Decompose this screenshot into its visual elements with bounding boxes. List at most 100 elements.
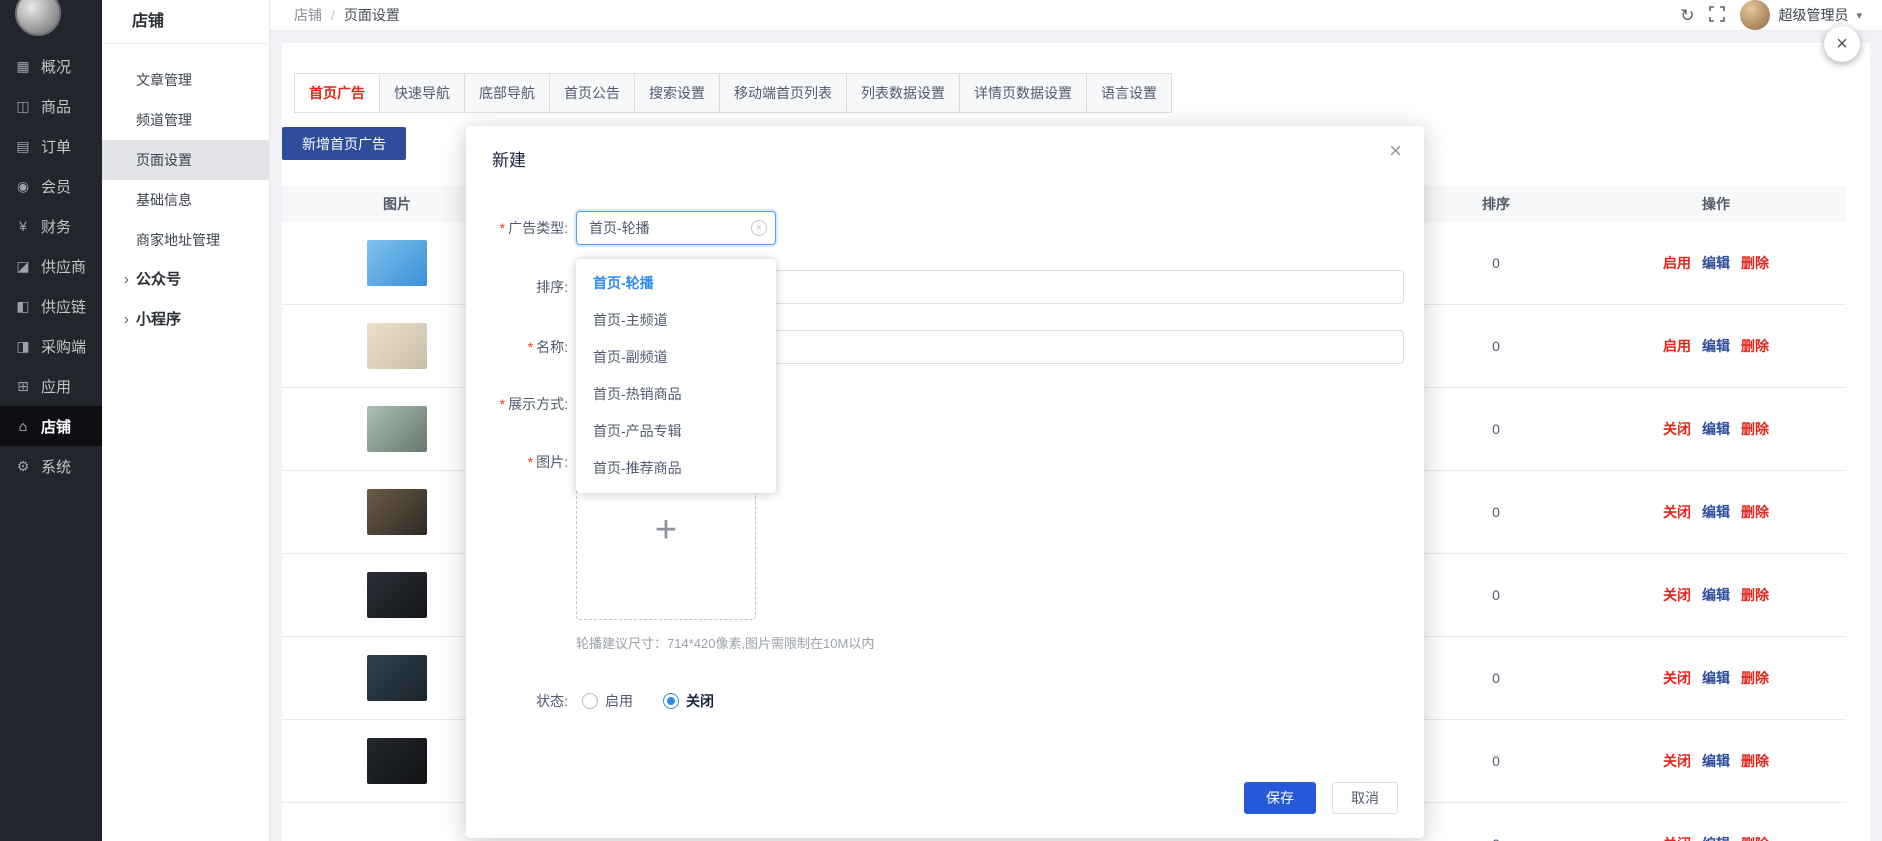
menu-item-channel-mgmt[interactable]: 频道管理 [102,100,269,140]
toggle-link[interactable]: 启用 [1663,336,1691,356]
delete-link[interactable]: 删除 [1741,502,1769,522]
breadcrumb-root[interactable]: 店铺 [294,5,322,25]
sidebar-item-orders[interactable]: ▤订单 [0,126,102,166]
page-close-button[interactable]: × [1824,26,1860,62]
product-image [367,489,427,535]
sidebar-item-finance[interactable]: ¥财务 [0,206,102,246]
tab-language-settings[interactable]: 语言设置 [1086,73,1172,113]
status-radio-disable[interactable]: 关闭 [663,691,714,711]
menu-group-label: 公众号 [136,260,181,300]
delete-link[interactable]: 删除 [1741,419,1769,439]
tab-quick-nav[interactable]: 快速导航 [379,73,465,113]
refresh-icon[interactable]: ↻ [1680,7,1694,24]
sidebar-item-purchasing[interactable]: ◨ 采购端 [0,326,102,366]
toggle-link[interactable]: 关闭 [1663,585,1691,605]
status-radio-enable[interactable]: 启用 [582,691,633,711]
sidebar-item-apps[interactable]: ⊞应用 [0,366,102,406]
sidebar-item-members[interactable]: ◉会员 [0,166,102,206]
tab-search-settings[interactable]: 搜索设置 [634,73,720,113]
toggle-link[interactable]: 启用 [1663,253,1691,273]
sort-value: 0 [1406,421,1586,437]
radio-label: 启用 [605,691,633,711]
image-size-hint: 轮播建议尺寸：714*420像素,图片需限制在10M以内 [576,633,874,652]
dropdown-option-carousel[interactable]: 首页-轮播 [576,265,776,302]
sidebar-item-label: 财务 [41,216,71,237]
tab-bottom-nav[interactable]: 底部导航 [464,73,550,113]
edit-link[interactable]: 编辑 [1702,502,1730,522]
add-home-ad-button[interactable]: 新增首页广告 [282,127,406,160]
topbar-tools: ↻ 超级管理员 ▾ [1680,0,1862,30]
dropdown-option-recommend-goods[interactable]: 首页-推荐商品 [576,450,776,487]
delete-link[interactable]: 删除 [1741,585,1769,605]
menu-item-merchant-address[interactable]: 商家地址管理 [102,220,269,260]
supply-chain-icon: ◧ [14,298,32,315]
delete-link[interactable]: 删除 [1741,668,1769,688]
toggle-link[interactable]: 关闭 [1663,668,1691,688]
tab-home-ads[interactable]: 首页广告 [294,73,380,113]
col-header-sort: 排序 [1406,194,1586,214]
toggle-link[interactable]: 关闭 [1663,834,1691,841]
sidebar-item-label: 采购端 [41,336,86,357]
secondary-sidebar-title: 店铺 [102,0,269,44]
sort-value: 0 [1406,587,1586,603]
delete-link[interactable]: 删除 [1741,834,1769,841]
system-icon: ⚙ [14,458,32,475]
sidebar-item-supply-chain[interactable]: ◧供应链 [0,286,102,326]
breadcrumb-separator: / [331,7,335,23]
dropdown-option-hot-goods[interactable]: 首页-热销商品 [576,376,776,413]
fullscreen-icon[interactable] [1709,6,1725,25]
menu-group-mini-program[interactable]: ›小程序 [102,300,269,340]
sidebar-item-overview[interactable]: ▦ 概况 [0,46,102,86]
clear-icon[interactable]: × [751,220,767,236]
sidebar-item-supplier[interactable]: ◪供应商 [0,246,102,286]
sidebar-item-label: 概况 [41,56,71,77]
tab-home-notice[interactable]: 首页公告 [549,73,635,113]
product-image [367,323,427,369]
sidebar-item-shop[interactable]: ⌂店铺 [0,406,102,446]
toggle-link[interactable]: 关闭 [1663,751,1691,771]
chevron-right-icon: › [124,260,129,300]
tab-list-data-settings[interactable]: 列表数据设置 [846,73,960,113]
menu-group-official-account[interactable]: ›公众号 [102,260,269,300]
dropdown-option-sub-channel[interactable]: 首页-副频道 [576,339,776,376]
ad-type-select[interactable]: 首页-轮播 × [576,211,776,245]
modal-close-icon[interactable]: × [1389,140,1402,162]
sidebar-item-system[interactable]: ⚙系统 [0,446,102,486]
cancel-button[interactable]: 取消 [1332,782,1398,814]
radio-checked-icon [663,693,679,709]
edit-link[interactable]: 编辑 [1702,751,1730,771]
tab-bar: 首页广告 快速导航 底部导航 首页公告 搜索设置 移动端首页列表 列表数据设置 … [294,73,1846,113]
menu-item-article-mgmt[interactable]: 文章管理 [102,60,269,100]
dropdown-option-main-channel[interactable]: 首页-主频道 [576,302,776,339]
sort-label: 排序: [466,270,568,304]
dropdown-option-product-album[interactable]: 首页-产品专辑 [576,413,776,450]
top-bar: 店铺 / 页面设置 ↻ 超级管理员 ▾ [270,0,1882,31]
toggle-link[interactable]: 关闭 [1663,419,1691,439]
save-button[interactable]: 保存 [1244,782,1316,814]
menu-item-page-settings[interactable]: 页面设置 [102,140,269,180]
overview-icon: ▦ [14,58,32,75]
delete-link[interactable]: 删除 [1741,336,1769,356]
new-ad-modal: 新建 × *广告类型: 首页-轮播 × 排序: *名称: *展示方式: *图片:… [466,126,1424,838]
delete-link[interactable]: 删除 [1741,751,1769,771]
edit-link[interactable]: 编辑 [1702,834,1730,841]
tab-detail-data-settings[interactable]: 详情页数据设置 [959,73,1087,113]
product-image [367,240,427,286]
delete-link[interactable]: 删除 [1741,253,1769,273]
sidebar-item-label: 店铺 [41,416,71,437]
edit-link[interactable]: 编辑 [1702,419,1730,439]
toggle-link[interactable]: 关闭 [1663,502,1691,522]
tab-mobile-home-list[interactable]: 移动端首页列表 [719,73,847,113]
edit-link[interactable]: 编辑 [1702,253,1730,273]
sidebar-item-label: 供应商 [41,256,86,277]
edit-link[interactable]: 编辑 [1702,336,1730,356]
status-row: 状态: 启用 关闭 [466,687,714,715]
sidebar-item-goods[interactable]: ◫商品 [0,86,102,126]
edit-link[interactable]: 编辑 [1702,668,1730,688]
menu-item-basic-info[interactable]: 基础信息 [102,180,269,220]
secondary-menu: 文章管理 频道管理 页面设置 基础信息 商家地址管理 ›公众号 ›小程序 [102,44,269,340]
purchasing-icon: ◨ [14,338,32,355]
display-mode-label: *展示方式: [466,387,568,421]
edit-link[interactable]: 编辑 [1702,585,1730,605]
orders-icon: ▤ [14,138,32,155]
